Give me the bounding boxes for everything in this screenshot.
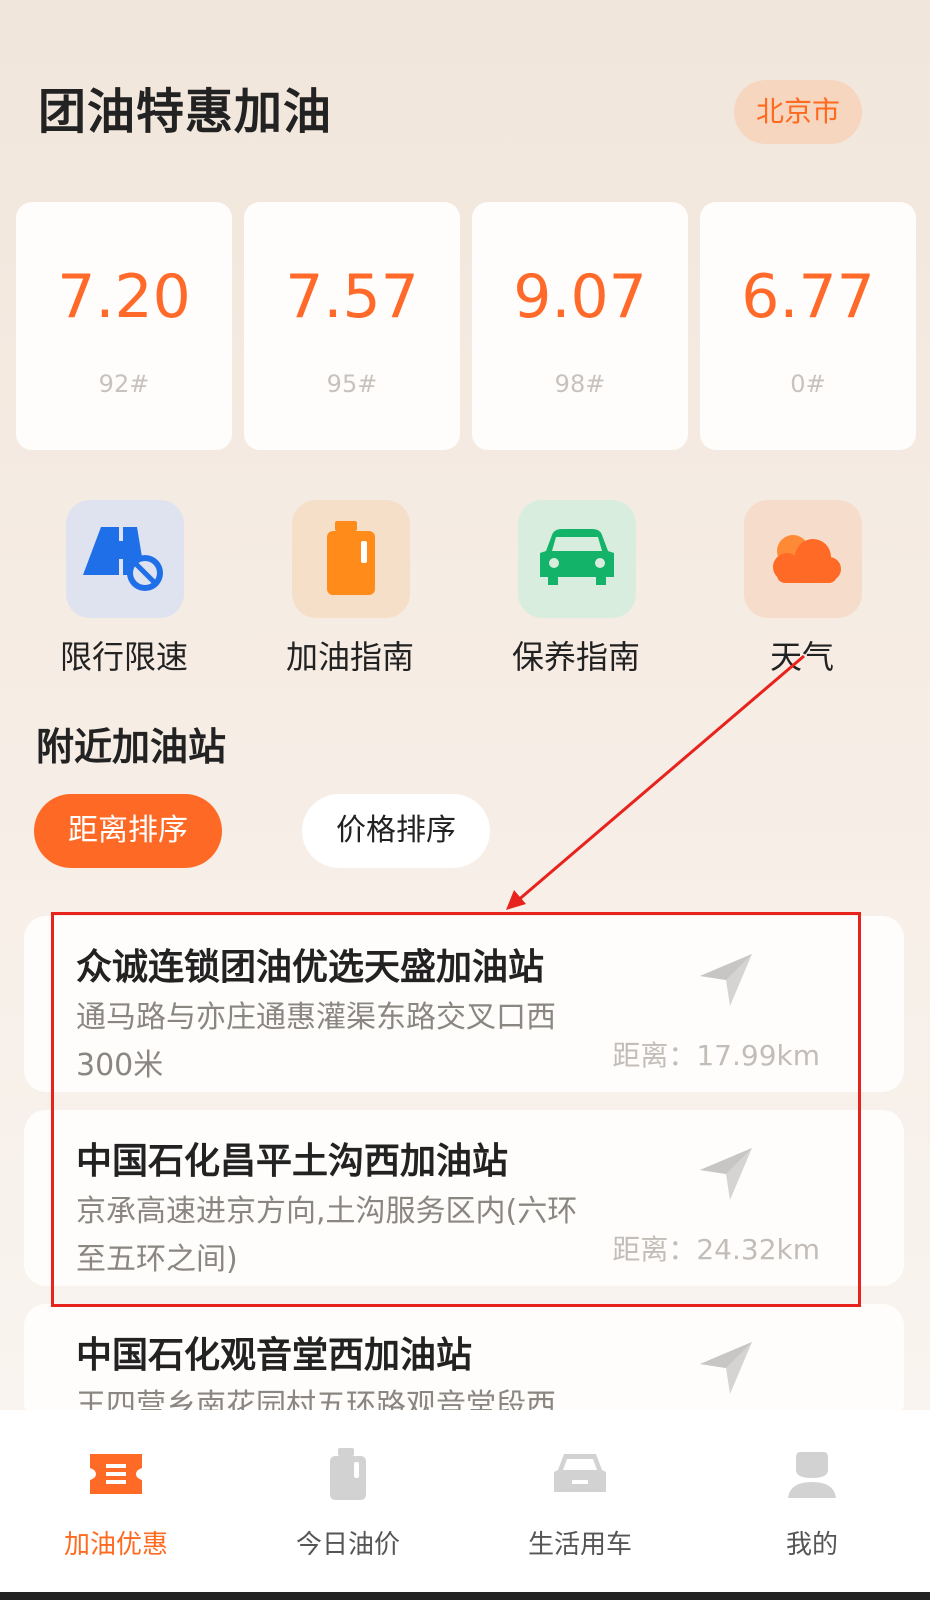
tab-today-price[interactable]: 今日油价 xyxy=(232,1410,464,1592)
tab-label: 生活用车 xyxy=(527,1530,632,1560)
bottom-tab-bar: 加油优惠 今日油价 生活用车 我的 xyxy=(0,1410,930,1592)
fuel-type-label: 95# xyxy=(326,370,378,398)
sort-by-price-button[interactable]: 价格排序 xyxy=(302,794,490,868)
coupon-icon xyxy=(90,1454,142,1494)
price-card-95[interactable]: 7.57 95# xyxy=(244,202,460,450)
feature-weather[interactable]: 天气 xyxy=(702,500,902,680)
price-card-98[interactable]: 9.07 98# xyxy=(472,202,688,450)
feature-label: 限行限速 xyxy=(59,638,188,676)
tab-fuel-deals[interactable]: 加油优惠 xyxy=(0,1410,232,1592)
bottom-edge xyxy=(0,1592,930,1600)
tab-label: 加油优惠 xyxy=(63,1530,168,1560)
tab-label: 今日油价 xyxy=(295,1530,400,1560)
fuel-price-icon xyxy=(330,1448,366,1500)
feature-label: 天气 xyxy=(769,638,834,676)
feature-fuel-guide[interactable]: 加油指南 xyxy=(250,500,450,680)
section-title: 附近加油站 xyxy=(36,725,227,769)
navigate-icon[interactable] xyxy=(696,1338,756,1398)
feature-label: 加油指南 xyxy=(285,638,414,676)
user-icon xyxy=(788,1452,836,1498)
traffic-restriction-icon xyxy=(66,500,184,618)
car-icon xyxy=(518,500,636,618)
tab-car-life[interactable]: 生活用车 xyxy=(464,1410,696,1592)
feature-grid: 限行限速 加油指南 保养指南 天气 xyxy=(0,500,930,680)
fuel-type-label: 0# xyxy=(790,370,826,398)
station-item[interactable]: 中国石化观音堂西加油站 王四营乡南花园村五环路观音堂段西 xyxy=(24,1304,904,1424)
price-value: 9.07 xyxy=(513,262,647,332)
header: 团油特惠加油 北京市 xyxy=(38,80,862,144)
station-name: 中国石化观音堂西加油站 xyxy=(76,1335,473,1376)
feature-maintenance-guide[interactable]: 保养指南 xyxy=(476,500,676,680)
fuel-type-label: 92# xyxy=(98,370,150,398)
price-card-92[interactable]: 7.20 92# xyxy=(16,202,232,450)
price-value: 7.57 xyxy=(285,262,419,332)
price-value: 7.20 xyxy=(57,262,191,332)
fuel-price-cards: 7.20 92# 7.57 95# 9.07 98# 6.77 0# xyxy=(16,202,930,450)
price-value: 6.77 xyxy=(741,262,875,332)
highlight-box xyxy=(51,912,861,1307)
fuel-can-icon xyxy=(292,500,410,618)
fuel-type-label: 98# xyxy=(554,370,606,398)
feature-traffic-restriction[interactable]: 限行限速 xyxy=(24,500,224,680)
cloud-icon xyxy=(744,500,862,618)
city-selector-button[interactable]: 北京市 xyxy=(734,80,862,144)
tab-mine[interactable]: 我的 xyxy=(696,1410,928,1592)
car-life-icon xyxy=(554,1454,606,1492)
tab-label: 我的 xyxy=(785,1530,838,1560)
price-card-0[interactable]: 6.77 0# xyxy=(700,202,916,450)
feature-label: 保养指南 xyxy=(511,638,640,676)
sort-by-distance-button[interactable]: 距离排序 xyxy=(34,794,222,868)
